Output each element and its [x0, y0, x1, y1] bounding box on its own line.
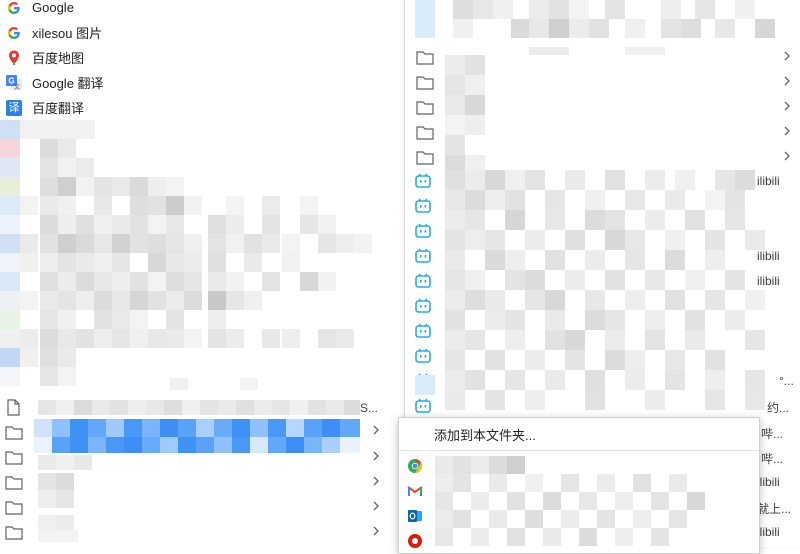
menu-separator — [399, 450, 759, 451]
bookmark-file-row[interactable] — [0, 396, 398, 419]
chevron-right-icon — [784, 126, 790, 136]
folder-icon — [416, 51, 434, 65]
bilibili-icon — [415, 248, 431, 263]
bookmark-xilesou[interactable]: xilesou 图片 — [0, 20, 102, 45]
truncated-label-fragment: 约... — [767, 401, 790, 415]
bookmark-label: xilesou 图片 — [32, 26, 103, 41]
truncated-label-fragment: ilibili — [757, 525, 780, 539]
bookmark-label: 百度翻译 — [32, 101, 85, 116]
add-to-this-folder-item[interactable]: 添加到本文件夹... — [399, 418, 759, 450]
bookmark-label: 百度地图 — [32, 51, 85, 66]
folder-icon — [5, 476, 23, 490]
pixelated-menu-items — [429, 456, 729, 551]
gmail-icon — [407, 483, 423, 499]
chevron-right-icon — [784, 76, 790, 86]
bilibili-icon — [415, 298, 431, 313]
chevron-right-icon — [784, 101, 790, 111]
bilibili-icon — [415, 348, 431, 363]
baidu-translate-icon: 译 — [6, 99, 22, 116]
folder-icon — [416, 101, 434, 115]
folder-icon — [416, 76, 434, 90]
folder-icon — [5, 451, 23, 465]
bilibili-icon — [415, 223, 431, 238]
bilibili-icon — [415, 273, 431, 288]
truncated-label-fragment: °... — [779, 374, 794, 388]
bookmark-baidu-translate[interactable]: 译 百度翻译 — [0, 95, 84, 120]
chevron-right-icon — [373, 451, 379, 461]
bilibili-icon — [415, 323, 431, 338]
truncated-label-fragment: ilibili — [757, 174, 780, 188]
bookmarks-left-panel: Google xilesou 图片 百度地图 G 文 Google 翻译 译 百… — [0, 0, 398, 547]
chrome-circle-icon — [407, 458, 423, 474]
folder-icon — [5, 426, 23, 440]
svg-text:文: 文 — [14, 83, 20, 91]
folder-rows-lower[interactable] — [0, 445, 398, 547]
bookmark-google-translate[interactable]: G 文 Google 翻译 — [0, 70, 104, 95]
outlook-icon — [407, 508, 423, 524]
chevron-right-icon — [784, 151, 790, 161]
bookmark-label: Google — [32, 0, 74, 15]
truncated-label-fragment: 哔... — [761, 427, 784, 441]
bilibili-icon — [415, 173, 431, 188]
baidu-translate-glyph: 译 — [8, 101, 20, 114]
truncated-label-fragment: S... — [360, 401, 379, 415]
folder-icon — [416, 126, 434, 140]
chevron-right-icon — [373, 425, 379, 435]
bilibili-icon — [415, 398, 431, 413]
add-to-this-folder-label: 添加到本文件夹... — [434, 427, 536, 443]
chevron-right-icon — [373, 501, 379, 511]
chevron-right-icon — [373, 476, 379, 486]
truncated-label-fragment: ilibili — [757, 274, 780, 288]
chevron-right-icon — [784, 51, 790, 61]
truncated-label-fragment: 就上... — [757, 502, 792, 516]
folder-icon — [416, 151, 434, 165]
chevron-right-icon — [373, 526, 379, 536]
map-pin-icon — [6, 50, 22, 66]
bookmark-label: Google 翻译 — [32, 76, 104, 91]
bookmark-context-menu: 添加到本文件夹... — [398, 417, 760, 554]
pixelated-bookmark-block — [0, 120, 398, 398]
google-icon — [6, 25, 22, 41]
truncated-label-fragment: ilibili — [757, 249, 780, 263]
truncated-label-fragment: 哔... — [761, 452, 784, 466]
bookmark-baidu-map[interactable]: 百度地图 — [0, 45, 84, 70]
folder-icon — [5, 501, 23, 515]
bookmark-google[interactable]: Google — [0, 0, 74, 20]
truncated-label-fragment: ilibili — [757, 475, 780, 489]
folder-icon — [5, 526, 23, 540]
google-icon — [6, 0, 22, 16]
google-translate-icon: G 文 — [6, 74, 22, 91]
bilibili-icon — [415, 198, 431, 213]
page-icon — [7, 399, 20, 416]
